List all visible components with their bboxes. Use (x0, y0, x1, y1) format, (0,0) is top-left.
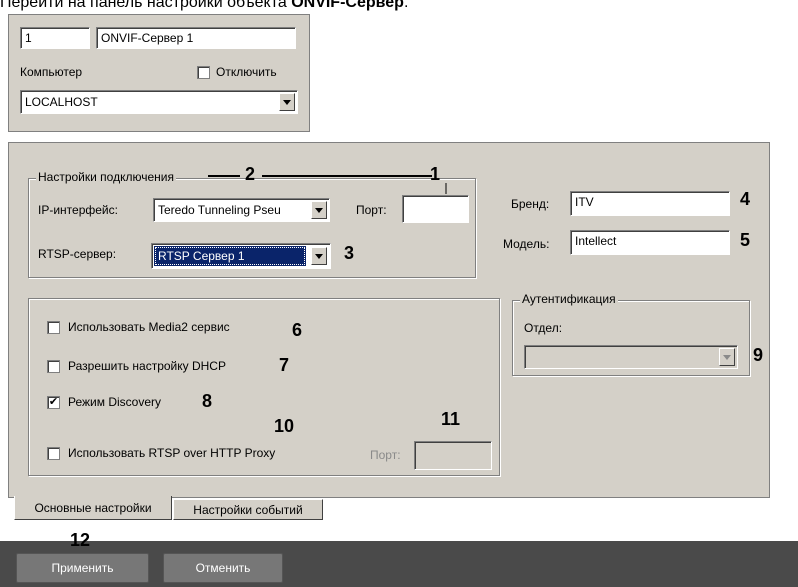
callout-4: 4 (740, 189, 751, 209)
computer-select[interactable]: LOCALHOST (20, 90, 298, 114)
callout-9: 9 (753, 345, 764, 365)
port-input[interactable] (402, 195, 469, 223)
model-input[interactable]: Intellect (570, 230, 730, 255)
media2-checkbox[interactable] (47, 321, 60, 334)
callout-1: 1 (430, 164, 441, 184)
brand-label: Бренд: (511, 197, 550, 211)
callout-6: 6 (292, 320, 303, 340)
chevron-down-icon[interactable] (311, 201, 327, 219)
caption-bold: ONVIF-Сервер (291, 0, 404, 11)
model-label: Модель: (503, 237, 550, 251)
ip-interface-label: IP-интерфейс: (38, 203, 118, 217)
caption-prefix: Перейти на панель настройки объекта (0, 0, 292, 11)
cancel-button[interactable]: Отменить (163, 553, 283, 583)
rtsp-http-proxy-label: Использовать RTSP over HTTP Proxy (68, 446, 276, 460)
chevron-down-icon[interactable] (719, 348, 735, 366)
media2-label: Использовать Media2 сервис (68, 320, 230, 334)
department-label: Отдел: (524, 321, 563, 335)
discovery-label: Режим Discovery (68, 395, 162, 409)
department-value (525, 346, 717, 368)
object-id-field[interactable]: 1 (20, 27, 90, 49)
callout-3: 3 (344, 243, 355, 263)
callout-7: 7 (279, 355, 290, 375)
computer-label: Компьютер (20, 65, 83, 79)
callout-10: 10 (274, 416, 295, 436)
dhcp-label: Разрешить настройку DHCP (68, 359, 226, 373)
dhcp-checkbox[interactable] (47, 360, 60, 373)
rtsp-server-select[interactable]: RTSP Сервер 1 (151, 243, 331, 269)
rtsp-server-label: RTSP-сервер: (38, 247, 117, 261)
disable-label: Отключить (216, 65, 277, 79)
caption-suffix: . (403, 0, 409, 11)
callout-8: 8 (202, 391, 213, 411)
callout-12: 12 (70, 530, 91, 550)
chevron-down-icon[interactable] (311, 247, 327, 265)
discovery-checkbox[interactable]: ✔ (47, 396, 60, 409)
chevron-down-icon[interactable] (279, 93, 295, 111)
object-name-field[interactable]: ONVIF-Сервер 1 (96, 27, 296, 49)
proxy-port-input[interactable] (414, 441, 492, 470)
apply-button[interactable]: Применить (16, 553, 149, 583)
rtsp-http-proxy-checkbox[interactable] (47, 447, 60, 460)
callout-11: 11 (441, 409, 461, 429)
department-select[interactable] (524, 345, 738, 369)
disable-checkbox[interactable] (197, 66, 210, 79)
rtsp-server-value: RTSP Сервер 1 (154, 246, 306, 266)
callout-5: 5 (740, 230, 751, 250)
computer-select-value: LOCALHOST (25, 95, 98, 109)
callout-2: 2 (245, 164, 256, 184)
auth-group-title: Аутентификация (520, 292, 618, 306)
ip-interface-value: Teredo Tunneling Pseu (158, 203, 281, 217)
page-caption: Перейти на панель настройки объекта ONVI… (0, 0, 408, 12)
connection-group-title: Настройки подключения (36, 170, 176, 184)
port-label: Порт: (356, 203, 387, 217)
brand-input[interactable]: ITV (570, 191, 730, 216)
check-icon: ✔ (48, 396, 59, 408)
tab-main-settings[interactable]: Основные настройки (14, 496, 172, 520)
tab-event-settings[interactable]: Настройки событий (173, 499, 323, 520)
ip-interface-select[interactable]: Teredo Tunneling Pseu (153, 198, 330, 222)
proxy-port-label: Порт: (370, 448, 401, 462)
